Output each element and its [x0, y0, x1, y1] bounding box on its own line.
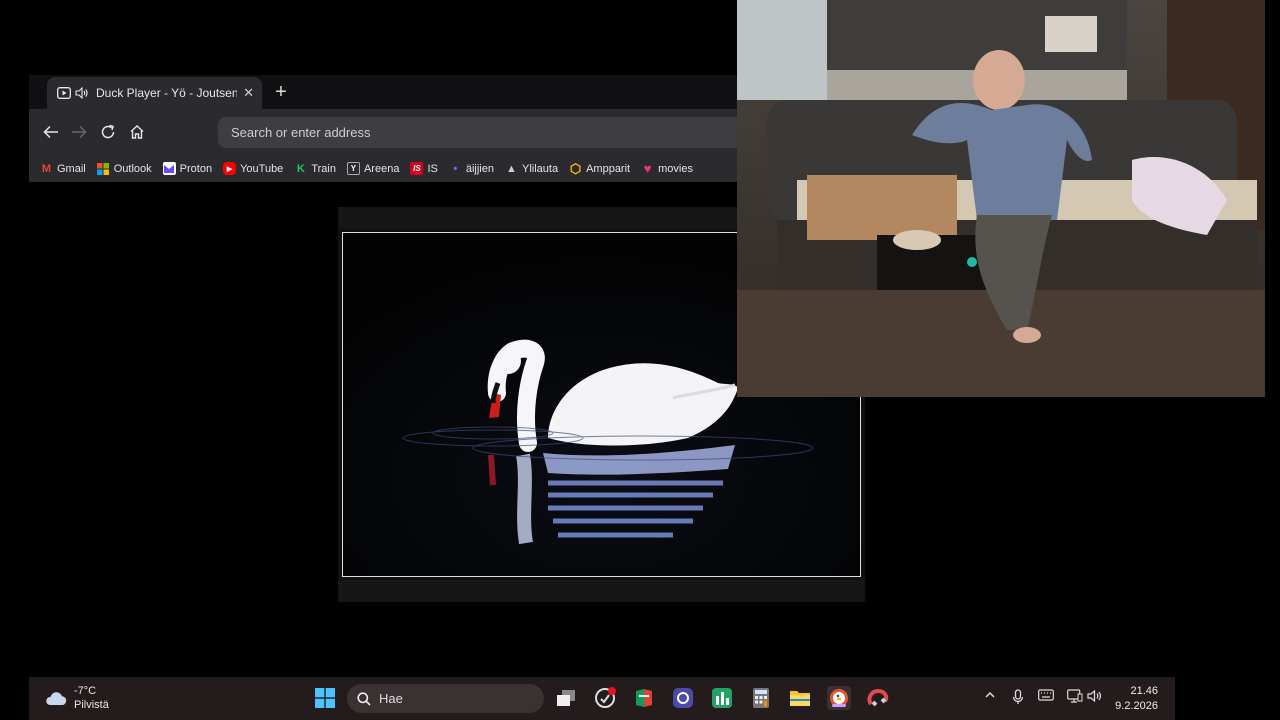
- app-calculator[interactable]: [749, 686, 773, 710]
- cloud-icon: [46, 692, 67, 705]
- bookmark-label: Ylilauta: [522, 162, 559, 175]
- speaker-icon[interactable]: [75, 86, 89, 100]
- bookmark-is[interactable]: IS IS: [410, 162, 438, 175]
- browser-window: Duck Player - Yö - Joutsen ✕ + Search or…: [29, 75, 748, 182]
- news-app-icon: [636, 689, 652, 707]
- clock-date: 9.2.2026: [1115, 700, 1158, 712]
- start-button[interactable]: [313, 686, 337, 710]
- address-placeholder: Search or enter address: [231, 125, 371, 140]
- player-controls-bar[interactable]: [338, 580, 865, 602]
- tab-strip: Duck Player - Yö - Joutsen ✕ +: [29, 75, 739, 109]
- search-icon: [357, 691, 371, 706]
- home-icon: [130, 125, 144, 139]
- navigation-bar: Search or enter address: [29, 109, 748, 155]
- train-icon: K: [296, 162, 305, 175]
- weather-temp: -7°C: [74, 685, 97, 697]
- microsoft-icon: [97, 162, 110, 175]
- reload-icon: [101, 124, 115, 139]
- gmail-icon: M: [41, 162, 52, 175]
- app-spreadsheet[interactable]: [710, 686, 734, 710]
- active-indicator: [832, 704, 846, 707]
- network-icon: [1067, 689, 1083, 703]
- address-bar[interactable]: Search or enter address: [218, 117, 748, 148]
- bookmark-movies[interactable]: ♥ movies: [641, 161, 693, 176]
- app-file-explorer[interactable]: [788, 686, 812, 710]
- keyboard-icon: [1038, 689, 1054, 701]
- search-label: Hae: [379, 691, 403, 706]
- bookmark-label: IS: [427, 162, 438, 175]
- bookmark-label: YouTube: [240, 162, 284, 175]
- camera-overlay: [737, 0, 1265, 397]
- bookmark-label: Ampparit: [586, 162, 631, 175]
- bookmark-train[interactable]: K Train: [294, 162, 336, 175]
- task-view-button[interactable]: [554, 686, 578, 710]
- bookmark-label: movies: [658, 162, 693, 175]
- media-app-icon: [673, 688, 693, 708]
- volume-icon: [1087, 689, 1102, 703]
- areena-icon: Y: [346, 162, 360, 175]
- bookmark-gmail[interactable]: M Gmail: [40, 162, 86, 175]
- keyboard-button[interactable]: [1038, 689, 1054, 704]
- bookmark-ylilauta[interactable]: ▲ Ylilauta: [505, 162, 558, 175]
- reload-button[interactable]: [96, 120, 120, 144]
- volume-button[interactable]: [1087, 689, 1103, 706]
- bookmark-youtube[interactable]: ▶ YouTube: [223, 162, 283, 175]
- app-magnet[interactable]: [866, 686, 890, 710]
- browser-app-icon: [595, 687, 616, 708]
- back-button[interactable]: [39, 120, 63, 144]
- youtube-icon: ▶: [223, 162, 237, 175]
- new-tab-button[interactable]: +: [269, 80, 293, 104]
- proton-icon: [162, 162, 176, 175]
- bookmark-areena[interactable]: Y Areena: [346, 162, 400, 175]
- app-media[interactable]: [671, 686, 695, 710]
- bookmark-label: Gmail: [57, 162, 86, 175]
- calculator-icon: [753, 688, 769, 708]
- chevron-up-icon: [985, 691, 995, 698]
- bookmark-ampparit[interactable]: ⬡ Ampparit: [569, 160, 631, 176]
- app-news[interactable]: [632, 686, 656, 710]
- network-button[interactable]: [1067, 689, 1083, 706]
- show-hidden-icons[interactable]: [984, 689, 996, 704]
- folder-icon: [790, 691, 810, 706]
- taskbar: -7°C Pilvistä Hae 21.46 9.2.2026: [29, 677, 1175, 720]
- heart-icon: ♥: [643, 161, 652, 176]
- microphone-button[interactable]: [1012, 689, 1024, 708]
- bookmark-label: Train: [311, 162, 336, 175]
- bookmark-outlook[interactable]: Outlook: [97, 162, 152, 175]
- ampparit-icon: ⬡: [569, 160, 582, 176]
- clock-time: 21.46: [1130, 685, 1158, 697]
- bookmark-label: Proton: [179, 162, 213, 175]
- app-chrome-like[interactable]: [593, 686, 617, 710]
- weather-condition: Pilvistä: [74, 699, 109, 711]
- app-duckduckgo[interactable]: [827, 686, 851, 710]
- is-icon: IS: [410, 162, 424, 175]
- bookmark-äijjien[interactable]: • äijjien: [449, 162, 494, 175]
- arrow-right-icon: [72, 125, 87, 139]
- task-view-icon: [557, 690, 575, 706]
- microphone-icon: [1012, 689, 1024, 704]
- weather-widget[interactable]: -7°C Pilvistä: [44, 684, 109, 712]
- tab-duck-player[interactable]: Duck Player - Yö - Joutsen ✕: [47, 77, 262, 109]
- video-icon: [57, 86, 71, 100]
- bookmark-label: Outlook: [113, 162, 152, 175]
- bookmark-proton[interactable]: Proton: [162, 162, 213, 175]
- camera-feed-image: [737, 0, 1265, 397]
- bookmarks-bar: M Gmail Outlook Proton ▶ YouTube K Train Y Areena…: [29, 155, 739, 182]
- home-button[interactable]: [125, 120, 149, 144]
- spreadsheet-app-icon: [712, 688, 732, 708]
- windows-icon: [315, 688, 335, 708]
- aijjien-icon: •: [453, 162, 458, 175]
- magnet-app-icon: [867, 688, 889, 707]
- close-icon[interactable]: ✕: [243, 85, 254, 101]
- forward-button[interactable]: [67, 120, 91, 144]
- arrow-left-icon: [43, 125, 58, 139]
- tab-title: Duck Player - Yö - Joutsen: [96, 86, 238, 100]
- taskbar-search[interactable]: Hae: [347, 684, 544, 713]
- bookmark-label: äijjien: [465, 162, 494, 175]
- bookmark-label: Areena: [363, 162, 400, 175]
- clock[interactable]: 21.46 9.2.2026: [1115, 684, 1158, 714]
- ylilauta-icon: ▲: [506, 162, 517, 175]
